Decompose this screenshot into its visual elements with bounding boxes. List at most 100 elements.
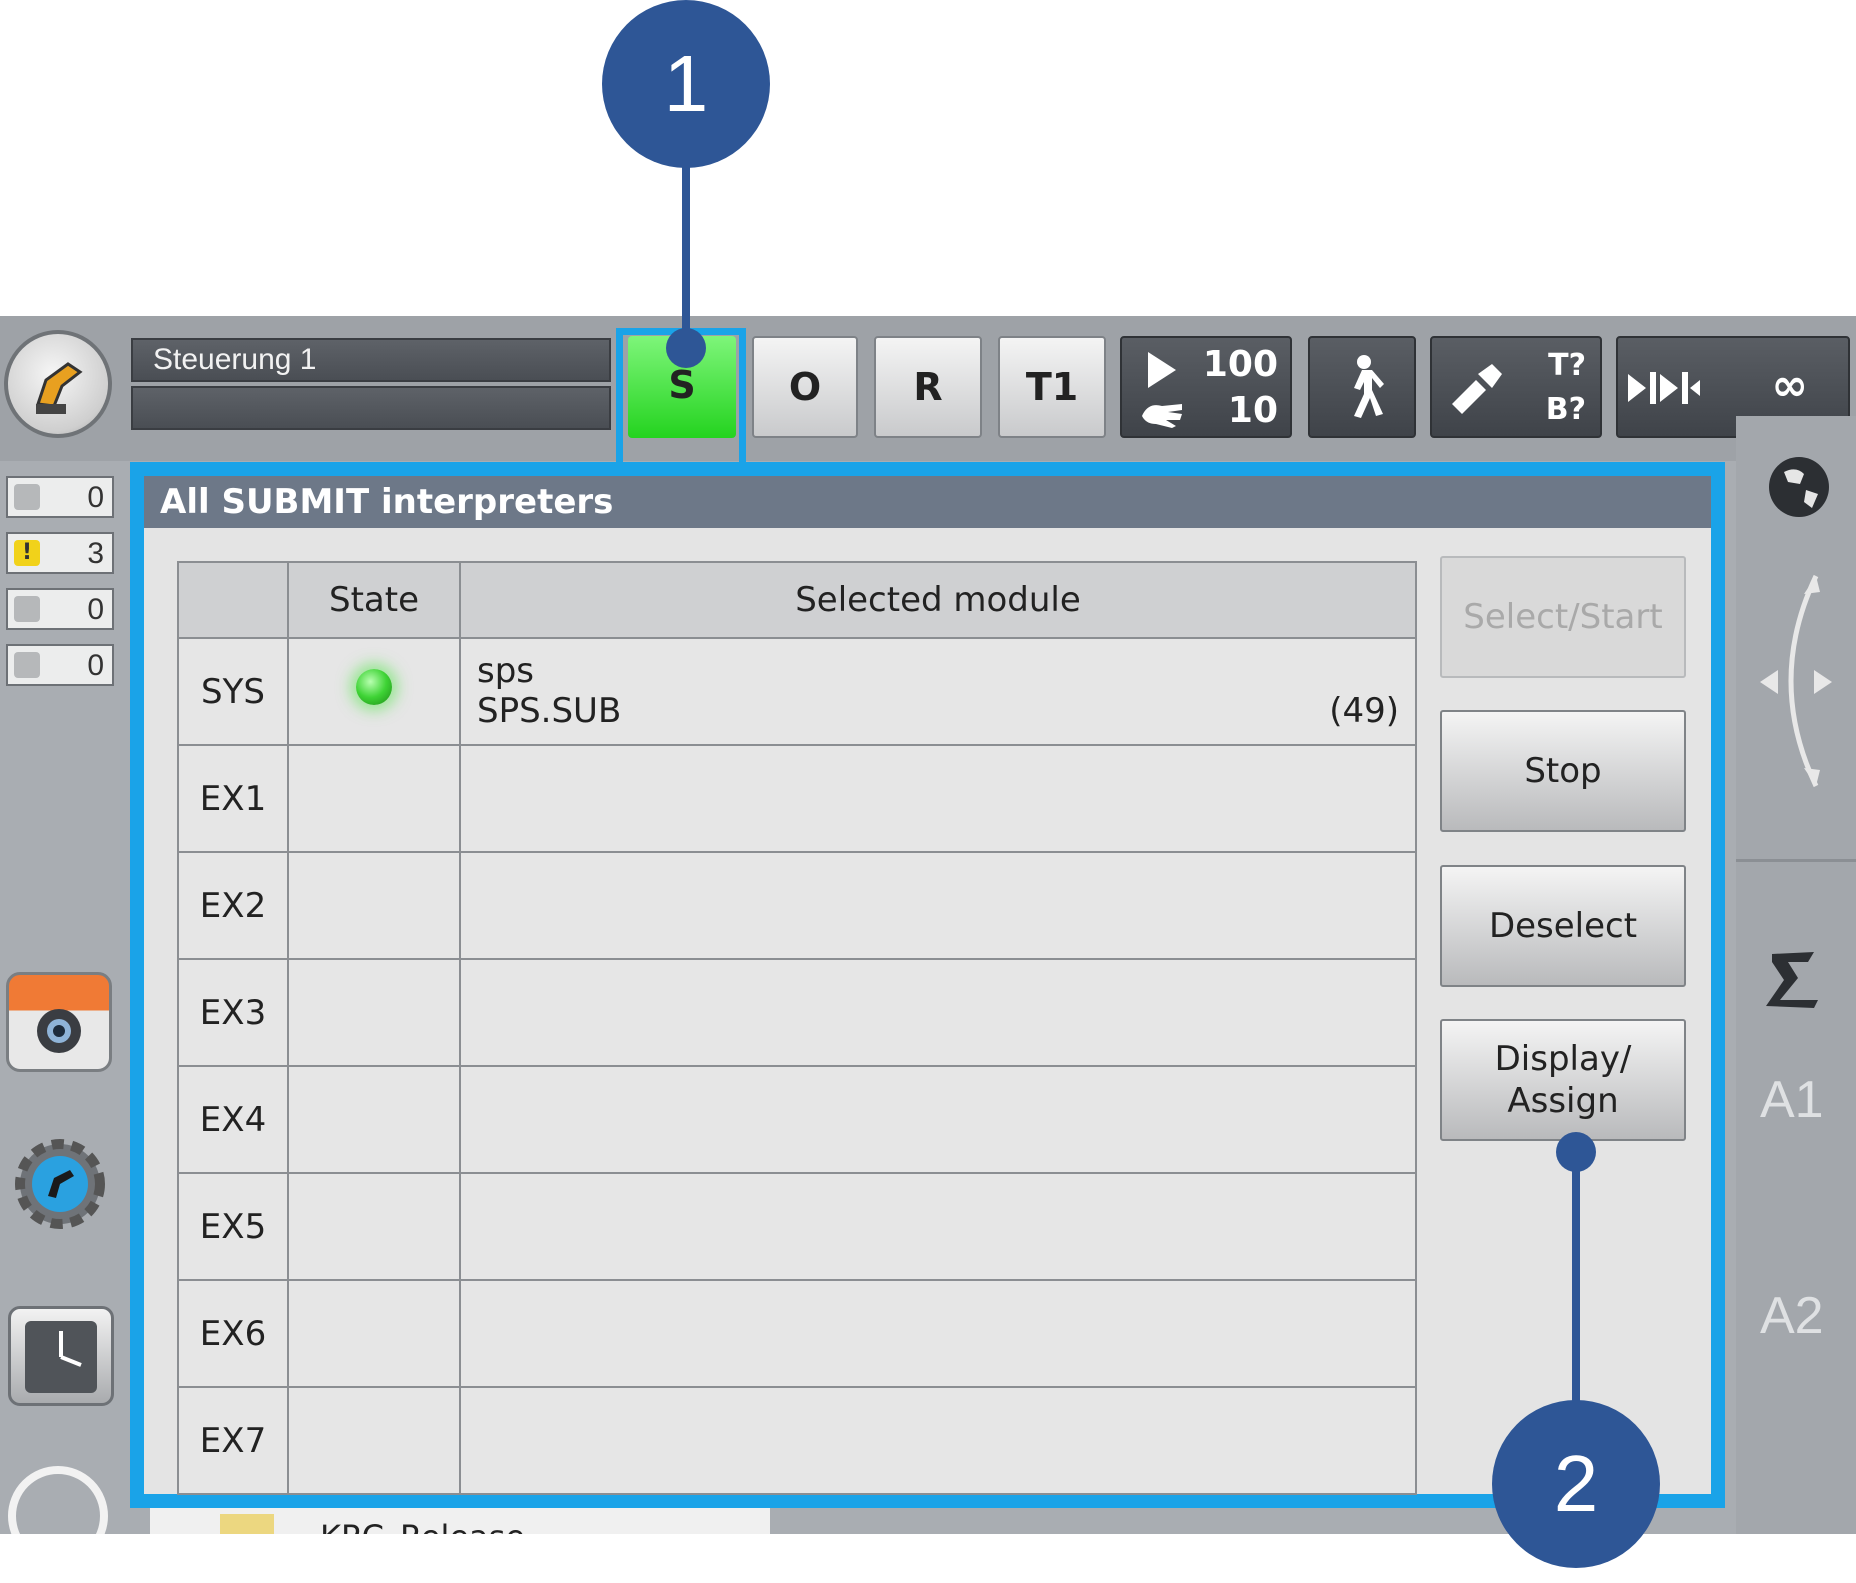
display-assign-label-line1: Display/ [1494, 1039, 1632, 1079]
state-cell [287, 637, 461, 746]
interpreter-id: EX5 [177, 1172, 289, 1281]
interpreter-id: SYS [177, 637, 289, 746]
jog-hand-icon [1142, 404, 1182, 428]
gear-icon [15, 1139, 105, 1229]
table-row[interactable]: EX5 [177, 1172, 1417, 1281]
play-icon [1148, 352, 1176, 388]
axis-a2-label: A2 [1760, 1287, 1824, 1345]
acknowledge-counter[interactable]: 0 [6, 476, 114, 518]
dialog-body: State Selected module SYS sps SPS.SUB (4… [144, 528, 1711, 1495]
controller-name: Steuerung 1 [131, 338, 611, 382]
walking-person-button[interactable] [1308, 336, 1416, 438]
state-cell [287, 1386, 461, 1495]
globe-icon[interactable] [1764, 452, 1834, 522]
module-file: SPS.SUB [477, 691, 622, 731]
callout-1: 1 [602, 0, 770, 168]
tool-icon [1452, 364, 1502, 414]
drives-status-button[interactable]: R [874, 336, 982, 438]
running-led-icon [356, 669, 392, 705]
table-row[interactable]: EX4 [177, 1065, 1417, 1174]
warning-counter[interactable]: ! 3 [6, 532, 114, 574]
table-row[interactable]: EX6 [177, 1279, 1417, 1388]
callout-1-dot [666, 328, 706, 368]
display-assign-button[interactable]: Display/ Assign [1440, 1019, 1686, 1141]
wait-count: 0 [87, 649, 104, 682]
interpreter-id: EX3 [177, 958, 289, 1067]
dialog-title: All SUBMIT interpreters [144, 476, 1711, 528]
program-override-value: 100 [1202, 344, 1278, 385]
user-icon[interactable] [8, 1466, 108, 1534]
screenshot-button[interactable] [6, 972, 112, 1072]
interpreter-table: State Selected module SYS sps SPS.SUB (4… [177, 561, 1417, 1495]
deselect-button[interactable]: Deselect [1440, 865, 1686, 987]
state-cell [287, 958, 461, 1067]
module-line-number: (49) [1329, 691, 1399, 731]
tree-item-label: KRC_Release [320, 1518, 525, 1534]
submit-interpreters-dialog: All SUBMIT interpreters State Selected m… [130, 462, 1725, 1508]
override-button[interactable]: 100 10 [1120, 336, 1292, 438]
module-cell: sps SPS.SUB (49) [459, 637, 1417, 746]
tool-base-button[interactable]: T? B? [1430, 336, 1602, 438]
folder-icon [220, 1514, 274, 1534]
base-status: B? [1545, 392, 1586, 427]
interpreter-id: EX6 [177, 1279, 289, 1388]
module-name: sps [477, 651, 535, 691]
jog-override-value: 10 [1227, 390, 1278, 431]
interpreter-id: EX4 [177, 1065, 289, 1174]
table-row[interactable]: EX3 [177, 958, 1417, 1067]
clock-button[interactable] [8, 1306, 114, 1406]
interpreter-id: EX7 [177, 1386, 289, 1495]
table-row[interactable]: EX1 [177, 744, 1417, 853]
acknowledge-count: 0 [87, 481, 104, 514]
state-cell [287, 744, 461, 853]
jog-panel: A1 A2 [1736, 416, 1856, 1534]
robot-interpreter-status-button[interactable]: O [752, 336, 858, 438]
module-cell [459, 1065, 1417, 1174]
callout-2-line [1572, 1150, 1580, 1420]
warning-count: 3 [87, 537, 104, 570]
table-row[interactable]: EX2 [177, 851, 1417, 960]
table-header-row: State Selected module [177, 561, 1417, 639]
wait-counter[interactable]: 0 [6, 644, 114, 686]
table-row-sys[interactable]: SYS sps SPS.SUB (49) [177, 637, 1417, 746]
acknowledge-icon [14, 484, 40, 510]
column-header-state: State [287, 561, 461, 639]
axis-a1-label: A1 [1760, 1071, 1824, 1129]
step-mode-icon [1628, 372, 1700, 404]
select-start-button[interactable]: Select/Start [1440, 556, 1686, 678]
message-line [131, 386, 611, 430]
state-cell [287, 1172, 461, 1281]
state-cell [287, 1279, 461, 1388]
operating-mode-button[interactable]: T1 [998, 336, 1106, 438]
divider [1736, 859, 1856, 862]
camera-icon [37, 1009, 81, 1053]
callout-1-line [682, 160, 690, 340]
state-cell [287, 851, 461, 960]
robot-axes-icon [1766, 952, 1818, 1008]
walking-person-icon [1354, 355, 1384, 418]
tool-status: T? [1548, 348, 1586, 383]
info-icon [14, 596, 40, 622]
info-counter[interactable]: 0 [6, 588, 114, 630]
stop-button[interactable]: Stop [1440, 710, 1686, 832]
module-cell [459, 958, 1417, 1067]
info-count: 0 [87, 593, 104, 626]
settings-button[interactable] [10, 1134, 110, 1234]
module-cell [459, 851, 1417, 960]
main-menu-button[interactable] [4, 330, 112, 438]
state-cell [287, 1065, 461, 1174]
interpreter-id: EX1 [177, 744, 289, 853]
status-bar: Steuerung 1 S O R T1 100 10 T? B? ∞ [0, 316, 1856, 461]
module-cell [459, 1172, 1417, 1281]
table-row[interactable]: EX7 [177, 1386, 1417, 1495]
module-cell [459, 1279, 1417, 1388]
warning-icon: ! [14, 540, 40, 566]
column-header-id [177, 561, 289, 639]
clock-icon [25, 1321, 97, 1393]
display-assign-label-line2: Assign [1507, 1081, 1619, 1121]
robot-logo-icon [35, 362, 83, 414]
jog-arc-icon[interactable] [1756, 566, 1836, 796]
run-mode-value: ∞ [1771, 360, 1808, 411]
column-header-module: Selected module [459, 561, 1417, 639]
wait-icon [14, 652, 40, 678]
